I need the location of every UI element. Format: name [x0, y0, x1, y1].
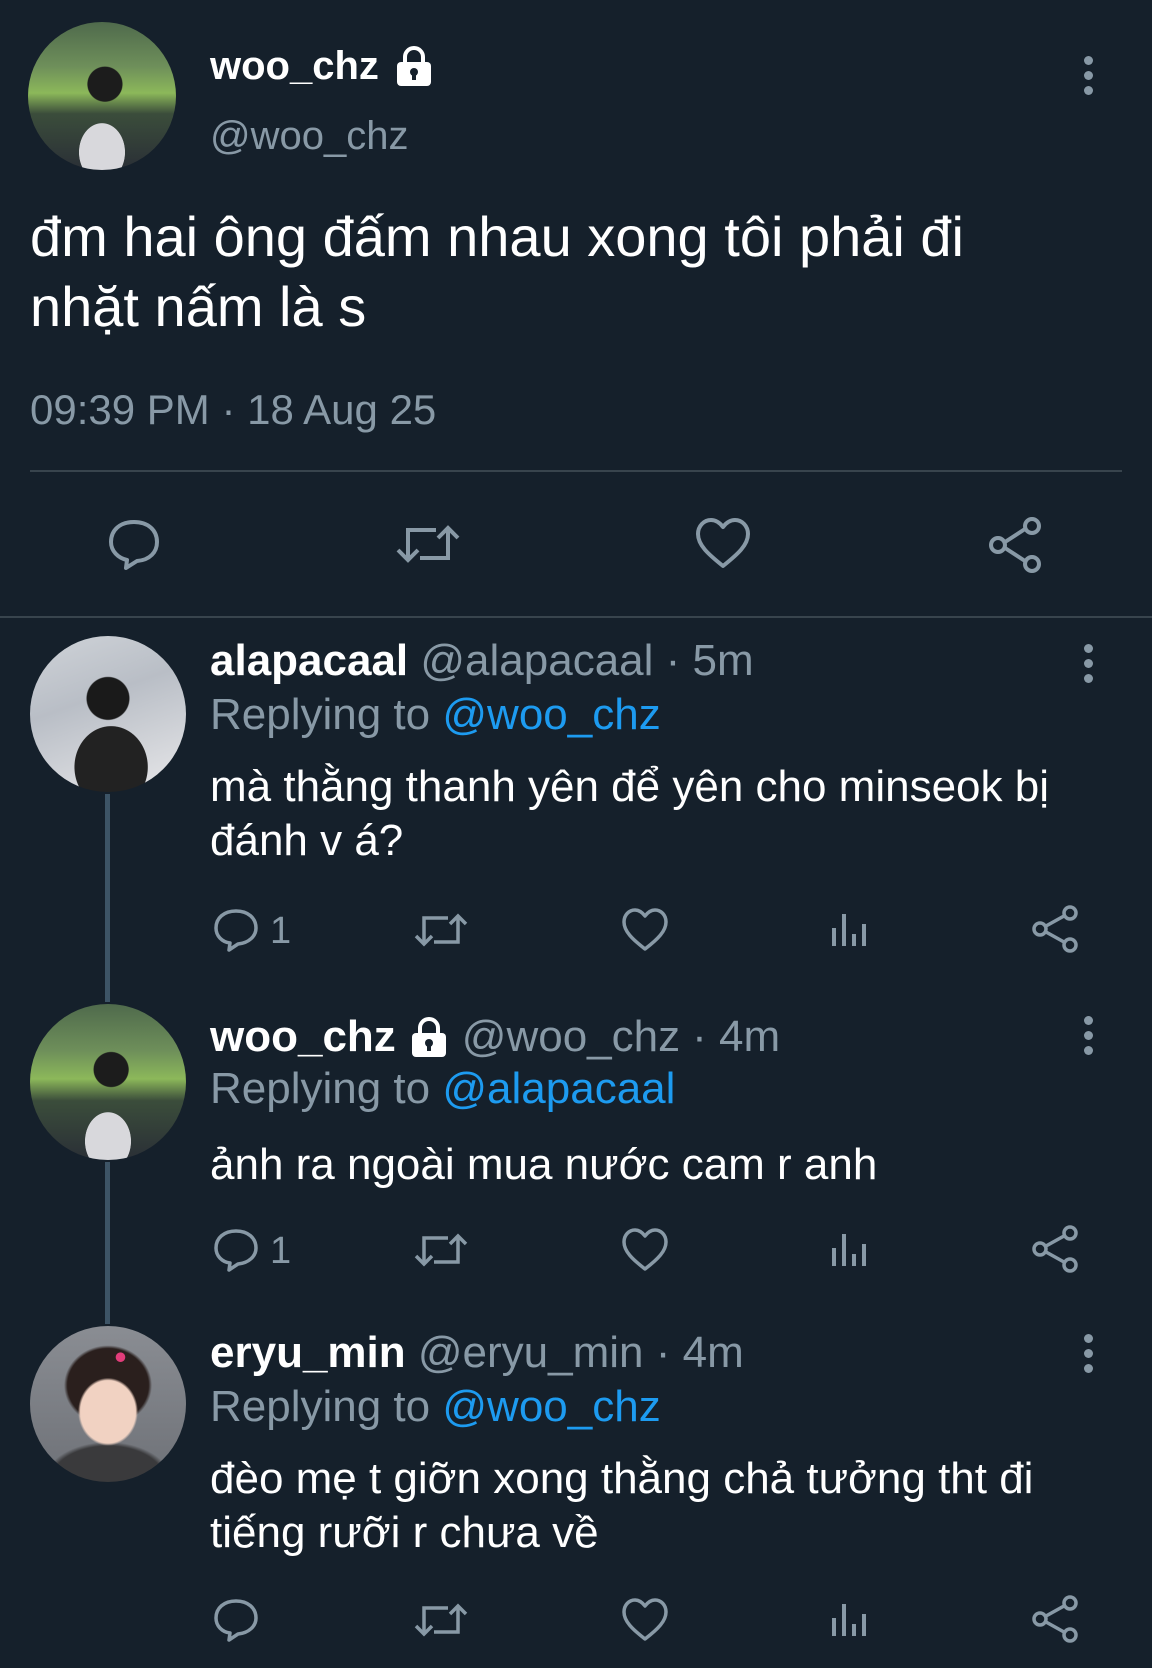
- like-icon[interactable]: [620, 1226, 670, 1274]
- reply-time: · 4m: [692, 1012, 781, 1061]
- thread-line: [105, 794, 110, 1002]
- reply-time: · 4m: [655, 1328, 744, 1377]
- replying-to: Replying to @alapacaal: [210, 1064, 675, 1114]
- reply-header: eryu_min @eryu_min · 4m: [210, 1328, 744, 1378]
- reply-text-line: đèo mẹ t giỡn xong thằng chả tưởng tht đ…: [210, 1454, 1034, 1503]
- retweet-icon[interactable]: [412, 1226, 470, 1274]
- divider: [30, 470, 1122, 472]
- reply-text-line: tiếng rưỡi r chưa về: [210, 1508, 599, 1557]
- analytics-icon[interactable]: [828, 906, 872, 954]
- share-icon[interactable]: [1030, 1594, 1080, 1644]
- retweet-icon[interactable]: [394, 516, 462, 572]
- replying-to: Replying to @woo_chz: [210, 1382, 661, 1432]
- reply-text: mà thằng thanh yên để yên cho minseok bị…: [210, 760, 1049, 868]
- like-icon[interactable]: [620, 906, 670, 954]
- reply-text-line: đánh v á?: [210, 816, 404, 865]
- more-options-icon[interactable]: [1078, 56, 1098, 96]
- like-icon[interactable]: [620, 1596, 670, 1644]
- reply-icon[interactable]: [212, 1596, 260, 1644]
- share-icon[interactable]: [1030, 904, 1080, 954]
- retweet-icon[interactable]: [412, 906, 470, 954]
- handle[interactable]: @woo_chz: [210, 114, 408, 159]
- reply-count: 1: [270, 910, 292, 952]
- mention-link[interactable]: @woo_chz: [442, 1382, 660, 1431]
- thread-line: [105, 1162, 110, 1324]
- replying-to: Replying to @woo_chz: [210, 690, 661, 740]
- avatar[interactable]: [30, 1004, 186, 1160]
- reply-icon[interactable]: [212, 906, 260, 954]
- reply-text-line: mà thằng thanh yên để yên cho minseok bị: [210, 762, 1049, 811]
- reply-icon[interactable]: [212, 1226, 260, 1274]
- tweet-text-line: nhặt nấm là s: [30, 275, 367, 338]
- tweet-text: đm hai ông đấm nhau xong tôi phải đi nhặ…: [30, 202, 964, 342]
- analytics-icon[interactable]: [828, 1596, 872, 1644]
- reply-text-line: ảnh ra ngoài mua nước cam r anh: [210, 1140, 878, 1189]
- reply-count: 1: [270, 1230, 292, 1272]
- share-icon[interactable]: [1030, 1224, 1080, 1274]
- reply-text: ảnh ra ngoài mua nước cam r anh: [210, 1138, 877, 1192]
- reply-time: · 5m: [665, 636, 754, 685]
- more-options-icon[interactable]: [1078, 1016, 1098, 1056]
- mention-link[interactable]: @woo_chz: [442, 690, 660, 739]
- display-name[interactable]: woo_chz: [210, 1012, 396, 1062]
- handle[interactable]: @alapacaal: [420, 636, 653, 685]
- divider: [0, 616, 1152, 618]
- reply-header: woo_chz @woo_chz · 4m: [210, 1012, 780, 1062]
- share-icon[interactable]: [986, 516, 1044, 574]
- replying-to-label: Replying to: [210, 1064, 431, 1113]
- timestamp[interactable]: 09:39 PM · 18 Aug 25: [30, 386, 436, 434]
- reply-text: đèo mẹ t giỡn xong thằng chả tưởng tht đ…: [210, 1452, 1033, 1560]
- replying-to-label: Replying to: [210, 690, 431, 739]
- handle[interactable]: @woo_chz: [462, 1012, 680, 1062]
- lock-icon: [391, 43, 437, 89]
- avatar[interactable]: [28, 22, 176, 170]
- analytics-icon[interactable]: [828, 1226, 872, 1274]
- more-options-icon[interactable]: [1078, 1334, 1098, 1374]
- avatar[interactable]: [30, 636, 186, 792]
- reply-icon[interactable]: [106, 516, 162, 572]
- tweet-text-line: đm hai ông đấm nhau xong tôi phải đi: [30, 205, 964, 268]
- display-name[interactable]: alapacaal: [210, 636, 408, 685]
- mention-link[interactable]: @alapacaal: [442, 1064, 675, 1113]
- lock-icon: [406, 1014, 452, 1060]
- like-icon[interactable]: [694, 516, 752, 572]
- more-options-icon[interactable]: [1078, 644, 1098, 684]
- retweet-icon[interactable]: [412, 1596, 470, 1644]
- display-name[interactable]: eryu_min: [210, 1328, 406, 1377]
- avatar[interactable]: [30, 1326, 186, 1482]
- display-name[interactable]: woo_chz: [210, 44, 379, 89]
- author-row: woo_chz: [210, 38, 437, 94]
- replying-to-label: Replying to: [210, 1382, 431, 1431]
- handle[interactable]: @eryu_min: [418, 1328, 644, 1377]
- reply-header: alapacaal @alapacaal · 5m: [210, 636, 754, 686]
